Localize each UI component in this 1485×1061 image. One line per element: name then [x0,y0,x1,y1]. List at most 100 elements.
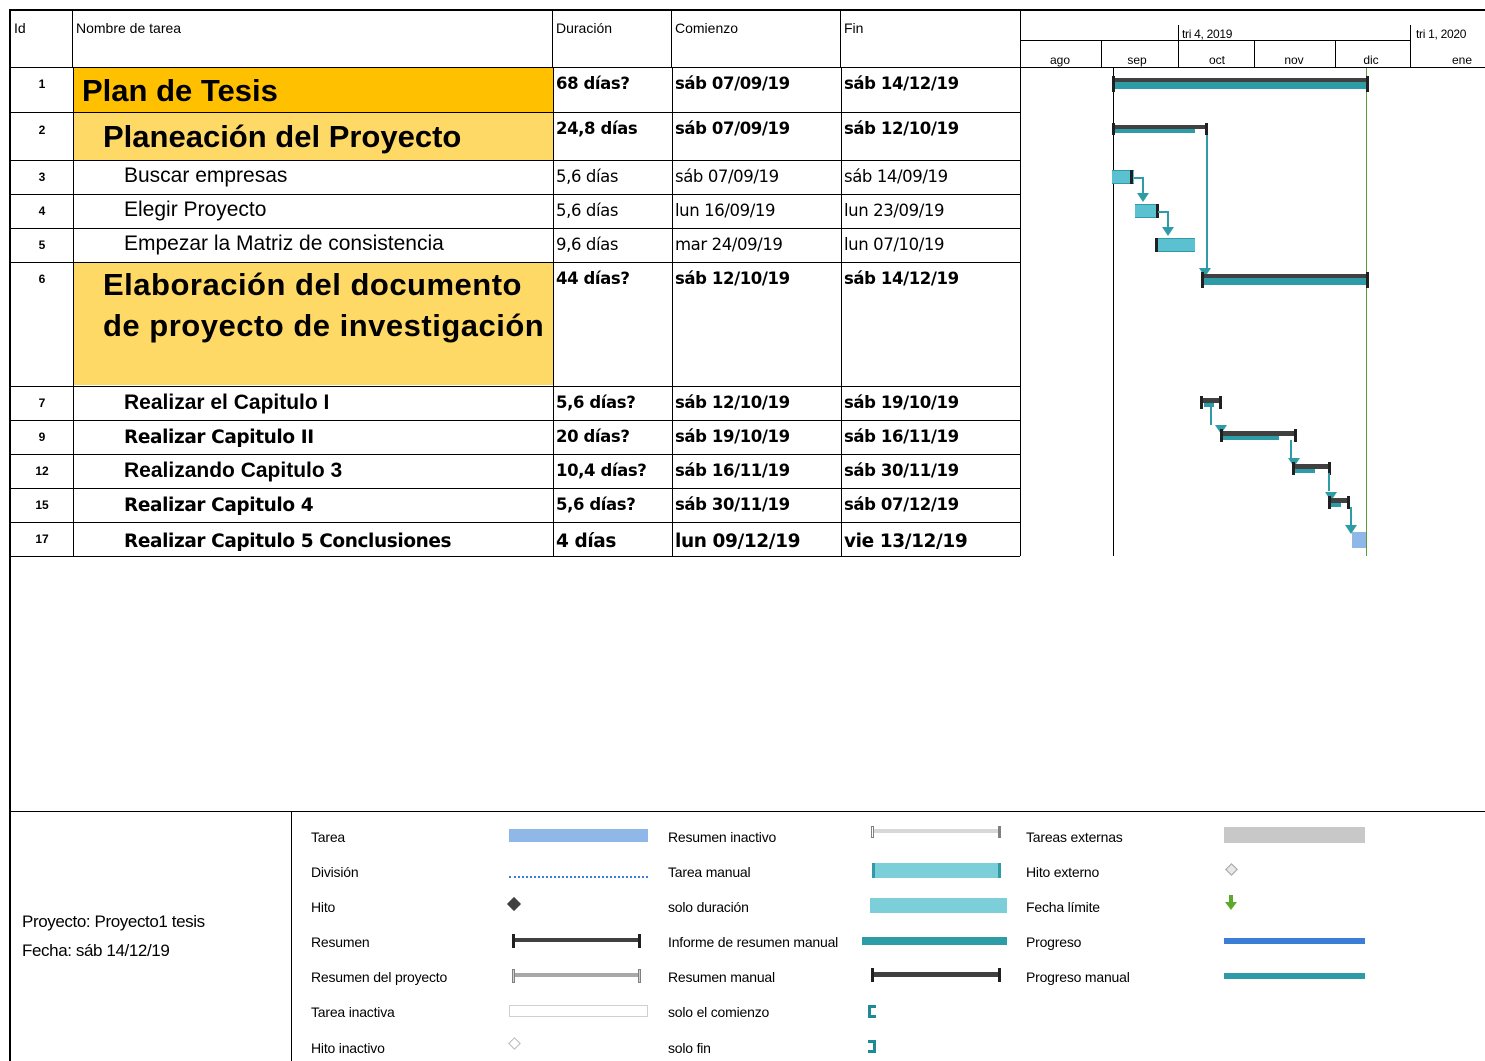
summary-cap [1201,272,1204,288]
task-duration[interactable]: 20 días? [553,421,630,446]
task-name[interactable]: Plan de Tesis [82,73,278,109]
task-id: 2 [38,123,46,137]
project-name: Proyecto: Proyecto1 tesis [22,912,205,931]
summary-progress [1113,82,1368,89]
summary-cap [1200,396,1203,409]
task-finish[interactable]: sáb 14/12/19 [841,68,959,93]
task-name[interactable]: Realizar el Capitulo I [124,391,329,415]
summary-cap [1294,429,1297,442]
task-start[interactable]: lun 16/09/19 [672,195,775,220]
task-duration[interactable]: 5,6 días [553,161,618,186]
legend-label: solo fin [668,1040,711,1056]
task-id: 15 [35,498,49,512]
task-start[interactable]: sáb 07/09/19 [672,161,779,186]
legend-deadline-icon [1224,895,1238,911]
task-name[interactable]: Elegir Proyecto [124,198,266,222]
dependency-arrow [1137,193,1149,202]
legend-project-summary-cap [512,969,515,983]
task-finish[interactable]: vie 13/12/19 [841,525,967,552]
legend-label: Hito inactivo [311,1040,385,1056]
task-duration[interactable]: 5,6 días [553,195,618,220]
task-start[interactable]: sáb 16/11/19 [672,455,790,480]
header-id[interactable]: Id [11,11,73,68]
task-start[interactable]: sáb 30/11/19 [672,489,790,514]
task-name[interactable]: Realizar Capitulo 4 [121,489,313,516]
task-start[interactable]: sáb 12/10/19 [672,263,790,288]
gantt-chart[interactable] [1020,68,1485,556]
legend-summary-cap [638,934,641,948]
task-duration[interactable]: 10,4 días? [553,455,646,480]
task-duration[interactable]: 9,6 días [553,229,618,254]
task-name[interactable]: Empezar la Matriz de consistencia [124,232,444,256]
task-finish[interactable]: sáb 07/12/19 [841,489,959,514]
task-bar[interactable] [1157,238,1195,252]
legend-label: Resumen manual [668,969,775,985]
summary-progress [1202,278,1368,285]
task-duration[interactable]: 68 días? [553,68,630,93]
task-name-line1[interactable]: Elaboración del documento [103,267,522,303]
dependency-link [1167,211,1169,227]
summary-cap [1112,123,1115,135]
dependency-arrow [1162,227,1174,236]
legend-finish-only-symbol [868,1040,876,1053]
legend-external-tasks-symbol [1224,827,1365,843]
task-name[interactable]: Buscar empresas [124,164,287,188]
task-id: 12 [35,464,49,478]
task-duration[interactable]: 24,8 días [553,113,637,138]
task-name[interactable]: Planeación del Proyecto [103,119,461,155]
task-id: 7 [38,396,46,410]
task-name-line2[interactable]: de proyecto de investigación [103,308,544,344]
header-task-name[interactable]: Nombre de tarea [73,11,553,68]
header-duration[interactable]: Duración [553,11,672,68]
task-duration[interactable]: 4 días [553,525,616,552]
legend-project-summary-cap [638,969,641,983]
row-divider [11,522,1020,523]
dependency-link [1206,135,1208,270]
task-duration[interactable]: 5,6 días? [553,489,635,514]
col-divider [553,68,554,556]
legend-label: Tarea inactiva [311,1004,395,1020]
summary-progress [1204,403,1214,407]
legend-label: solo el comienzo [668,1004,770,1020]
month-label: oct [1208,53,1225,67]
task-finish[interactable]: sáb 16/11/19 [841,421,959,446]
summary-cap [1292,462,1295,475]
task-finish[interactable]: sáb 30/11/19 [841,455,959,480]
task-start[interactable]: lun 09/12/19 [672,525,800,552]
task-finish[interactable]: sáb 12/10/19 [841,113,959,138]
task-start[interactable]: sáb 07/09/19 [672,68,790,93]
header-start[interactable]: Comienzo [672,11,841,68]
task-finish[interactable]: lun 07/10/19 [841,229,944,254]
summary-cap [1219,396,1222,409]
task-bar[interactable] [1135,204,1157,218]
task-finish[interactable]: lun 23/09/19 [841,195,944,220]
legend-duration-only-symbol [868,898,1007,913]
task-name[interactable]: Realizar Capitulo 5 Conclusiones [121,525,451,552]
dependency-link [1350,507,1352,525]
task-finish[interactable]: sáb 14/09/19 [841,161,948,186]
header-finish[interactable]: Fin [841,11,1021,68]
task-name[interactable]: Realizar Capitulo II [121,421,314,448]
task-start[interactable]: sáb 07/09/19 [672,113,790,138]
task-start[interactable]: sáb 19/10/19 [672,421,790,446]
task-name[interactable]: Realizando Capitulo 3 [124,459,342,483]
legend-manual-summary-symbol [873,972,1001,977]
status-date-line [1366,68,1367,556]
legend-manual-progress-symbol [1224,973,1365,979]
task-finish[interactable]: sáb 14/12/19 [841,263,959,288]
month-label: ago [1049,53,1071,67]
project-date: Fecha: sáb 14/12/19 [22,941,170,960]
month-gridline [1113,68,1114,556]
task-duration[interactable]: 44 días? [553,263,630,288]
legend-summary-cap [512,934,515,948]
task-bar[interactable] [1352,532,1366,548]
task-duration[interactable]: 5,6 días? [553,387,635,412]
summary-cap [1366,76,1369,92]
month-label: dic [1363,53,1379,67]
task-finish[interactable]: sáb 19/10/19 [841,387,959,412]
task-id: 1 [38,77,46,91]
legend-inactive-summary-cap [998,826,1001,838]
task-start[interactable]: mar 24/09/19 [672,229,783,254]
summary-progress [1113,129,1195,133]
task-start[interactable]: sáb 12/10/19 [672,387,790,412]
